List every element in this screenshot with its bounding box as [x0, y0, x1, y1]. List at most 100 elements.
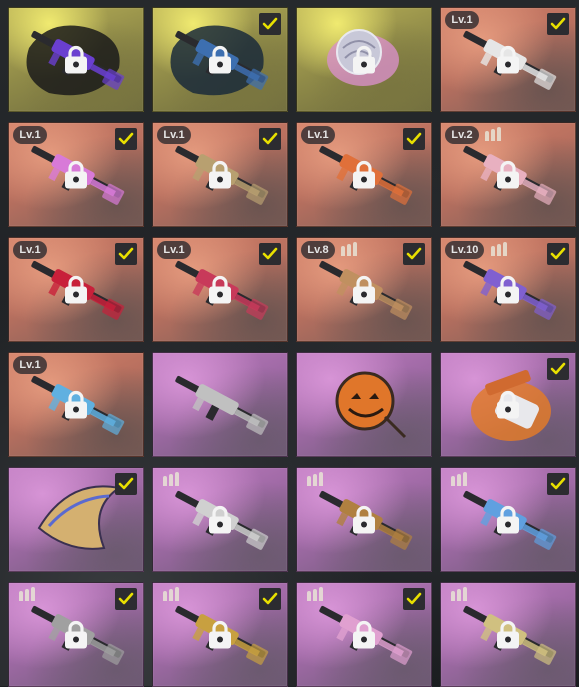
bullet-icon [347, 244, 351, 256]
lock-icon [351, 274, 377, 309]
skin-card[interactable] [296, 582, 432, 687]
skin-card[interactable]: Lv.1 [440, 7, 576, 112]
skin-card[interactable] [8, 467, 144, 572]
checkmark-icon[interactable] [115, 128, 137, 150]
level-badge: Lv.1 [157, 126, 191, 144]
lock-icon [495, 504, 521, 539]
level-badge: Lv.1 [13, 241, 47, 259]
bullet-icon [307, 476, 311, 486]
level-badge: Lv.8 [301, 241, 335, 259]
lock-icon [207, 504, 233, 539]
level-badge: Lv.1 [445, 11, 479, 29]
skin-card[interactable]: Lv.1 [8, 122, 144, 227]
level-badge: Lv.1 [301, 126, 335, 144]
lock-icon [495, 619, 521, 654]
lock-icon [207, 619, 233, 654]
skin-card[interactable]: Lv.10 [440, 237, 576, 342]
skin-card[interactable] [152, 352, 288, 457]
bullet-icon [307, 591, 311, 601]
checkmark-icon[interactable] [115, 473, 137, 495]
checkmark-icon[interactable] [259, 13, 281, 35]
bullet-icon [341, 246, 345, 256]
ammo-icon [485, 127, 501, 141]
skin-card[interactable] [152, 467, 288, 572]
level-badge: Lv.1 [13, 126, 47, 144]
skin-card[interactable]: Lv.1 [8, 352, 144, 457]
skin-card[interactable] [152, 7, 288, 112]
lock-icon [351, 44, 377, 79]
lock-icon [63, 159, 89, 194]
ammo-icon [19, 587, 35, 601]
bullet-icon [163, 591, 167, 601]
ammo-icon [451, 472, 467, 486]
ammo-icon [341, 242, 357, 256]
bullet-icon [175, 587, 179, 601]
lock-icon [495, 44, 521, 79]
lock-icon [351, 619, 377, 654]
lock-icon [351, 159, 377, 194]
bullet-icon [457, 474, 461, 486]
pumpkin-charm-icon [297, 353, 432, 457]
skin-card[interactable]: Lv.1 [296, 122, 432, 227]
lock-icon [63, 389, 89, 424]
checkmark-icon[interactable] [547, 473, 569, 495]
bullet-icon [491, 129, 495, 141]
level-badge: Lv.1 [13, 356, 47, 374]
skin-card[interactable]: Lv.1 [8, 237, 144, 342]
checkmark-icon[interactable] [259, 128, 281, 150]
level-badge: Lv.10 [445, 241, 484, 259]
checkmark-icon[interactable] [547, 13, 569, 35]
checkmark-icon[interactable] [547, 243, 569, 265]
bullet-icon [31, 587, 35, 601]
ammo-icon [491, 242, 507, 256]
bullet-icon [497, 127, 501, 141]
ammo-icon [163, 472, 179, 486]
skin-card[interactable] [296, 467, 432, 572]
skin-card[interactable] [440, 352, 576, 457]
checkmark-icon[interactable] [115, 588, 137, 610]
lock-icon [495, 274, 521, 309]
sniper-skin-icon [153, 353, 288, 457]
skin-card[interactable] [152, 582, 288, 687]
lock-icon [495, 159, 521, 194]
lock-icon [63, 44, 89, 79]
skin-card[interactable]: Lv.8 [296, 237, 432, 342]
lock-icon [207, 44, 233, 79]
lock-icon [207, 159, 233, 194]
bullet-icon [485, 131, 489, 141]
skin-card[interactable] [296, 352, 432, 457]
checkmark-icon[interactable] [259, 588, 281, 610]
checkmark-icon[interactable] [403, 128, 425, 150]
bullet-icon [319, 587, 323, 601]
skin-card[interactable] [440, 582, 576, 687]
ammo-icon [307, 587, 323, 601]
checkmark-icon[interactable] [115, 243, 137, 265]
level-badge: Lv.1 [157, 241, 191, 259]
skin-card[interactable] [8, 582, 144, 687]
bullet-icon [169, 589, 173, 601]
skin-card[interactable]: Lv.2 [440, 122, 576, 227]
skin-card[interactable]: Lv.1 [152, 122, 288, 227]
bullet-icon [451, 476, 455, 486]
bullet-icon [19, 591, 23, 601]
checkmark-icon[interactable] [403, 588, 425, 610]
bullet-icon [457, 589, 461, 601]
checkmark-icon[interactable] [403, 243, 425, 265]
checkmark-icon[interactable] [547, 358, 569, 380]
ammo-icon [163, 587, 179, 601]
bullet-icon [169, 474, 173, 486]
lock-icon [495, 389, 521, 424]
bullet-icon [353, 242, 357, 256]
lock-icon [63, 619, 89, 654]
skin-card[interactable]: Lv.1 [152, 237, 288, 342]
bullet-icon [463, 587, 467, 601]
skin-card[interactable] [296, 7, 432, 112]
skin-card[interactable] [8, 7, 144, 112]
bullet-icon [175, 472, 179, 486]
bullet-icon [25, 589, 29, 601]
bullet-icon [463, 472, 467, 486]
level-badge: Lv.2 [445, 126, 479, 144]
skin-card[interactable] [440, 467, 576, 572]
checkmark-icon[interactable] [259, 243, 281, 265]
lock-icon [207, 274, 233, 309]
